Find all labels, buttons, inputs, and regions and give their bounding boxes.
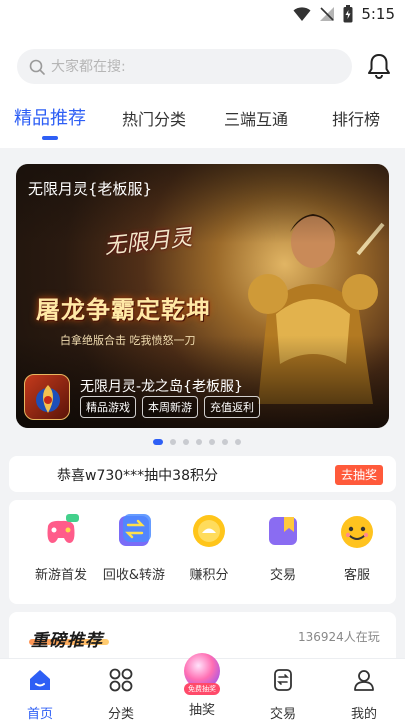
- header: 精品推荐 热门分类 三端互通 排行榜: [0, 30, 405, 148]
- dragon-emblem-icon: [36, 385, 60, 413]
- gamepad-new-icon: [47, 514, 79, 543]
- status-icons: 5:15: [293, 5, 395, 23]
- tag-new-this-week: 本周新游: [142, 396, 198, 418]
- nav-profile[interactable]: 我的: [334, 667, 394, 720]
- carousel-dots: [153, 439, 241, 445]
- carousel-dot[interactable]: [170, 439, 176, 445]
- clock: 5:15: [361, 5, 395, 23]
- bell-icon[interactable]: [366, 52, 392, 80]
- banner-title: 无限月灵{老板服}: [28, 180, 153, 198]
- tag-premium: 精品游戏: [80, 396, 136, 418]
- active-tab-indicator: [42, 136, 58, 140]
- user-icon: [354, 670, 374, 691]
- section-title: 重磅推荐: [31, 631, 103, 651]
- nav-label: 首页: [26, 707, 53, 720]
- grid-item-customer-service[interactable]: 客服: [317, 512, 397, 583]
- carousel-dot[interactable]: [235, 439, 241, 445]
- tab-cross-platform[interactable]: 三端互通: [224, 106, 288, 130]
- nav-categories[interactable]: 分类: [91, 667, 151, 720]
- tab-hot-categories[interactable]: 热门分类: [122, 106, 186, 130]
- grid-item-recycle-transfer[interactable]: 回收&转游: [94, 512, 174, 583]
- nav-trade[interactable]: 交易: [253, 667, 313, 720]
- tag-recharge-rebate: 充值返利: [204, 396, 260, 418]
- online-count: 136924人在玩: [298, 630, 380, 644]
- tab-ranking[interactable]: 排行榜: [332, 106, 380, 130]
- go-lottery-button[interactable]: 去抽奖: [335, 465, 384, 485]
- grid-label: 回收&转游: [102, 568, 166, 583]
- search-icon: [29, 59, 45, 75]
- grid-item-trade[interactable]: 交易: [243, 512, 323, 583]
- nav-home[interactable]: 首页: [10, 667, 70, 720]
- carousel-dot[interactable]: [183, 439, 189, 445]
- smiley-service-icon: [341, 516, 373, 548]
- grid-item-earn-points[interactable]: 赚积分: [169, 512, 249, 583]
- grid-item-new-games[interactable]: 新游首发: [21, 512, 101, 583]
- carousel-dot[interactable]: [209, 439, 215, 445]
- nav-label: 分类: [107, 707, 134, 720]
- trade-bookmark-icon: [269, 517, 297, 545]
- grid-label: 交易: [269, 568, 296, 583]
- bottom-nav: 首页 分类 免费抽奖 抽奖 交易 我的: [0, 653, 405, 720]
- banner-subslogan: 白拿绝版合击 吃我愤怒一刀: [60, 334, 196, 347]
- carousel-dot[interactable]: [222, 439, 228, 445]
- nav-label: 交易: [269, 707, 296, 720]
- no-signal-icon: [320, 7, 335, 21]
- status-bar: 5:15: [0, 0, 405, 30]
- coin-icon: [193, 515, 225, 547]
- feature-grid: 新游首发 回收&转游 赚积分 交易 客服: [9, 500, 396, 604]
- search-bar[interactable]: [17, 49, 352, 84]
- ticker-message: 恭喜w730***抽中38积分: [57, 468, 218, 484]
- banner-slogan: 屠龙争霸定乾坤: [36, 295, 211, 324]
- promo-banner[interactable]: 无限月灵{老板服} 无限月灵 屠龙争霸定乾坤 白拿绝版合击 吃我愤怒一刀 无限月…: [16, 164, 389, 428]
- wifi-icon: [293, 7, 311, 21]
- grid-label: 新游首发: [34, 568, 87, 583]
- nav-lottery[interactable]: 抽奖: [172, 693, 232, 718]
- tab-featured[interactable]: 精品推荐: [14, 104, 86, 130]
- battery-charging-icon: [343, 5, 353, 23]
- game-name[interactable]: 无限月灵-龙之岛{老板服}: [80, 376, 243, 396]
- game-tags: 精品游戏 本周新游 充值返利: [80, 396, 260, 418]
- carousel-dot[interactable]: [196, 439, 202, 445]
- game-icon[interactable]: [24, 374, 70, 420]
- grid-label: 客服: [343, 568, 370, 583]
- grid-label: 赚积分: [189, 568, 229, 583]
- lottery-ticker: 恭喜w730***抽中38积分 去抽奖: [9, 456, 396, 492]
- trade-icon: [274, 669, 292, 691]
- grid-circles-icon: [109, 668, 133, 692]
- carousel-dot[interactable]: [153, 439, 163, 445]
- nav-label: 我的: [350, 707, 377, 720]
- search-input[interactable]: [51, 58, 331, 75]
- exchange-icon: [119, 514, 151, 546]
- nav-label: 抽奖: [188, 703, 215, 718]
- home-icon: [30, 670, 50, 690]
- category-tabs: 精品推荐 热门分类 三端互通 排行榜: [0, 102, 405, 142]
